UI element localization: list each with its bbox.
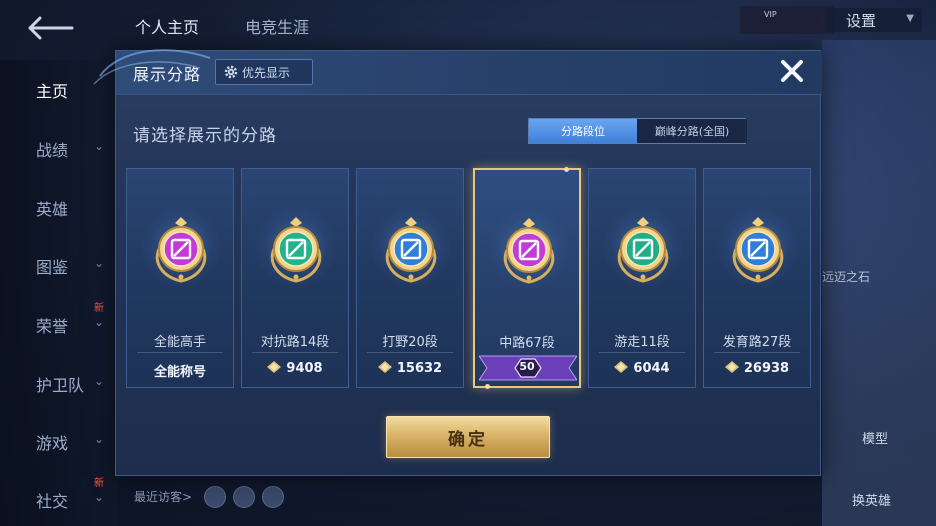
- sidebar: [0, 60, 118, 526]
- lane-value-text: 全能称号: [153, 365, 206, 380]
- lane-name: 发育路27段: [722, 335, 792, 350]
- chevron-down-icon: ⌄: [94, 139, 105, 153]
- sidebar-item-label: 战绩: [36, 141, 69, 160]
- sidebar-item[interactable]: 护卫队 ⌄: [36, 372, 104, 396]
- chevron-down-icon: ⌄: [94, 315, 105, 329]
- sidebar-item[interactable]: 游戏 ⌄: [36, 430, 104, 454]
- tab-peak-lane[interactable]: 巅峰分路(全国): [637, 119, 747, 143]
- farm-lane-emblem-icon: [732, 217, 784, 283]
- card-divider: [599, 352, 685, 353]
- display-lane-dialog: 展示分路 优先显示 请选择展示的分路 分路段位 巅峰分路(全国) 全能高手 全能称…: [115, 50, 822, 476]
- lane-value-text: 26938: [743, 361, 790, 376]
- chevron-down-icon: ⌄: [94, 432, 105, 446]
- sidebar-item[interactable]: 战绩 ⌄: [36, 137, 104, 161]
- lane-card[interactable]: 发育路27段 26938: [703, 168, 811, 388]
- corner-dot: [485, 384, 490, 389]
- priority-display-label: 优先显示: [242, 65, 291, 80]
- sidebar-item-label: 护卫队: [36, 376, 85, 395]
- card-divider: [714, 352, 800, 353]
- tab-personal-home[interactable]: 个人主页: [135, 14, 199, 38]
- lane-value-text: 9408: [286, 361, 323, 376]
- sidebar-item[interactable]: 图鉴 ⌄: [36, 254, 104, 278]
- visitor-avatar[interactable]: [262, 486, 284, 508]
- recent-visitors-link[interactable]: 最近访客>: [134, 488, 192, 505]
- lane-name: 游走11段: [614, 335, 670, 350]
- chevron-down-icon: ⌄: [94, 374, 105, 388]
- tab-lane-rank[interactable]: 分路段位: [529, 119, 637, 143]
- lane-name: 对抗路14段: [260, 335, 330, 350]
- sidebar-item-label: 荣誉: [36, 317, 69, 336]
- all-round-emblem-icon: [155, 217, 207, 283]
- clash-lane-emblem-icon: [270, 217, 322, 283]
- card-divider: [137, 352, 223, 353]
- dialog-subtitle: 请选择展示的分路: [133, 126, 277, 146]
- card-divider: [252, 352, 338, 353]
- visitor-avatar[interactable]: [233, 486, 255, 508]
- lane-card[interactable]: 中路67段 50: [473, 167, 581, 389]
- power-diamond-icon: [377, 361, 392, 373]
- top-nav: 个人主页 电竞生涯: [135, 14, 309, 38]
- back-arrow-icon[interactable]: [26, 12, 78, 42]
- lane-value: 26938: [704, 361, 810, 376]
- lane-value: 全能称号: [127, 361, 233, 380]
- caret-down-icon: ▼: [906, 13, 914, 24]
- roam-emblem-icon: [617, 217, 669, 283]
- lane-card[interactable]: 全能高手 全能称号: [126, 168, 234, 388]
- vip-badge: VIP: [740, 6, 834, 34]
- settings-button[interactable]: 设置 ▼: [826, 8, 922, 32]
- sidebar-item-label: 社交: [36, 492, 69, 511]
- chevron-down-icon: ⌄: [94, 490, 105, 504]
- new-badge: 新: [94, 478, 104, 489]
- new-badge: 新: [94, 303, 104, 314]
- chevron-down-icon: ⌄: [94, 256, 105, 270]
- settings-label: 设置: [846, 12, 877, 30]
- decorative-swirl-icon: [93, 49, 211, 85]
- lane-name: 中路67段: [499, 336, 555, 351]
- sidebar-item[interactable]: 主页: [36, 78, 68, 102]
- sidebar-item-label: 图鉴: [36, 258, 69, 277]
- power-diamond-icon: [267, 361, 282, 373]
- lane-card[interactable]: 游走11段 6044: [588, 168, 696, 388]
- lane-tab-group: 分路段位 巅峰分路(全国): [528, 118, 747, 144]
- power-diamond-icon: [724, 361, 739, 373]
- lane-card[interactable]: 对抗路14段 9408: [241, 168, 349, 388]
- sidebar-item[interactable]: 社交 ⌄ 新: [36, 478, 104, 512]
- lane-name: 全能高手: [153, 335, 206, 350]
- sidebar-item[interactable]: 荣誉 ⌄ 新: [36, 303, 104, 337]
- sidebar-item-label: 主页: [36, 82, 69, 101]
- lane-value: 15632: [357, 361, 463, 376]
- card-divider: [367, 352, 453, 353]
- confirm-button[interactable]: 确定: [386, 416, 550, 458]
- lane-value: 9408: [242, 361, 348, 376]
- sidebar-item[interactable]: 英雄: [36, 196, 68, 220]
- lane-value-text: 15632: [396, 361, 443, 376]
- visitor-avatar[interactable]: [204, 486, 226, 508]
- sidebar-item-label: 英雄: [36, 200, 69, 219]
- close-icon[interactable]: [777, 56, 807, 86]
- lane-value-text: 6044: [633, 361, 670, 376]
- tab-esports-career[interactable]: 电竞生涯: [245, 14, 309, 38]
- mid-lane-emblem-icon: [503, 218, 555, 284]
- corner-dot: [564, 167, 569, 172]
- change-hero-button[interactable]: 换英雄: [852, 490, 891, 509]
- model-button[interactable]: 模型: [862, 428, 888, 447]
- power-diamond-icon: [614, 361, 629, 373]
- vip-label: VIP: [764, 10, 777, 19]
- sidebar-item-label: 游戏: [36, 434, 69, 453]
- lane-card[interactable]: 打野20段 15632: [356, 168, 464, 388]
- lane-value: 6044: [589, 361, 695, 376]
- lane-name: 打野20段: [382, 335, 438, 350]
- stone-label: 远迈之石: [822, 270, 871, 284]
- jungle-emblem-icon: [385, 217, 437, 283]
- star-count: 50: [519, 360, 535, 373]
